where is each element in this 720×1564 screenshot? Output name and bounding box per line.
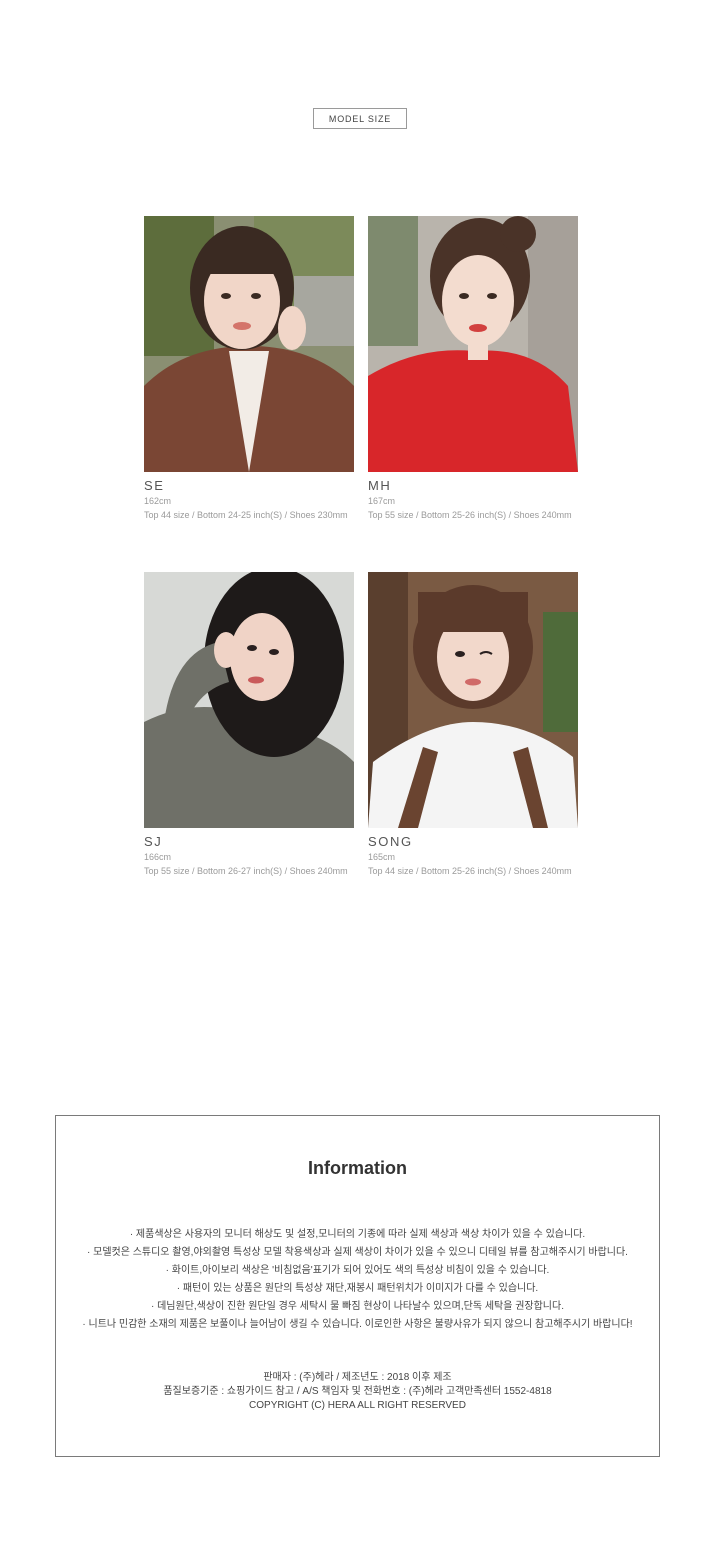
- model-name: SONG: [368, 834, 413, 849]
- model-sizes: Top 55 size / Bottom 25-26 inch(S) / Sho…: [368, 510, 572, 520]
- information-title: Information: [308, 1158, 407, 1178]
- note-item: · 니트나 민감한 소재의 제품은 보풀이나 늘어남이 생길 수 있습니다. 이…: [82, 1319, 633, 1330]
- note-item: · 모델컷은 스튜디오 촬영,야외촬영 특성상 모델 착용색상과 실제 색상이 …: [87, 1247, 628, 1258]
- model-height: 167cm: [368, 496, 396, 506]
- model-height: 166cm: [144, 852, 172, 862]
- model-card-se: SE 162cm Top 44 size / Bottom 24-25 inch…: [144, 216, 360, 522]
- model-sizes: Top 44 size / Bottom 25-26 inch(S) / Sho…: [368, 866, 572, 876]
- seller-line: 판매자 : (주)헤라 / 제조년도 : 2018 이후 제조: [263, 1372, 452, 1383]
- model-photo-song: [368, 572, 578, 828]
- model-name: SJ: [144, 834, 163, 849]
- information-box: Information · 제품색상은 사용자의 모니터 해상도 및 설정,모니…: [55, 1115, 660, 1457]
- seller-info: 판매자 : (주)헤라 / 제조년도 : 2018 이후 제조 품질보증기준 :…: [56, 1371, 659, 1413]
- model-photo-se: [144, 216, 354, 472]
- model-sizes: Top 44 size / Bottom 24-25 inch(S) / Sho…: [144, 510, 348, 520]
- notes-list: · 제품색상은 사용자의 모니터 해상도 및 설정,모니터의 기종에 따라 실제…: [56, 1226, 659, 1334]
- model-name: SE: [144, 478, 165, 493]
- note-item: · 제품색상은 사용자의 모니터 해상도 및 설정,모니터의 기종에 따라 실제…: [129, 1229, 586, 1240]
- copyright: COPYRIGHT (C) HERA ALL RIGHT RESERVED: [249, 1400, 466, 1411]
- quality-line: 품질보증기준 : 쇼핑가이드 참고 / A/S 책임자 및 전화번호 : (주)…: [163, 1386, 552, 1397]
- model-card-mh: MH 167cm Top 55 size / Bottom 25-26 inch…: [368, 216, 584, 522]
- model-sizes: Top 55 size / Bottom 26-27 inch(S) / Sho…: [144, 866, 348, 876]
- model-photo-mh: [368, 216, 578, 472]
- note-item: · 데님원단,색상이 진한 원단일 경우 세탁시 물 빠짐 현상이 나타날수 있…: [150, 1301, 564, 1312]
- model-size-badge: MODEL SIZE: [313, 108, 407, 129]
- note-item: · 패턴이 있는 상품은 원단의 특성상 재단,재봉시 패턴위치가 이미지가 다…: [176, 1283, 539, 1294]
- model-card-sj: SJ 166cm Top 55 size / Bottom 26-27 inch…: [144, 572, 360, 878]
- model-name: MH: [368, 478, 392, 493]
- model-photo-sj: [144, 572, 354, 828]
- model-height: 165cm: [368, 852, 396, 862]
- model-height: 162cm: [144, 496, 172, 506]
- note-item: · 화이트,아이보리 색상은 '비침없음'표기가 되어 있어도 색의 특성상 비…: [165, 1265, 550, 1276]
- model-card-song: SONG 165cm Top 44 size / Bottom 25-26 in…: [368, 572, 584, 878]
